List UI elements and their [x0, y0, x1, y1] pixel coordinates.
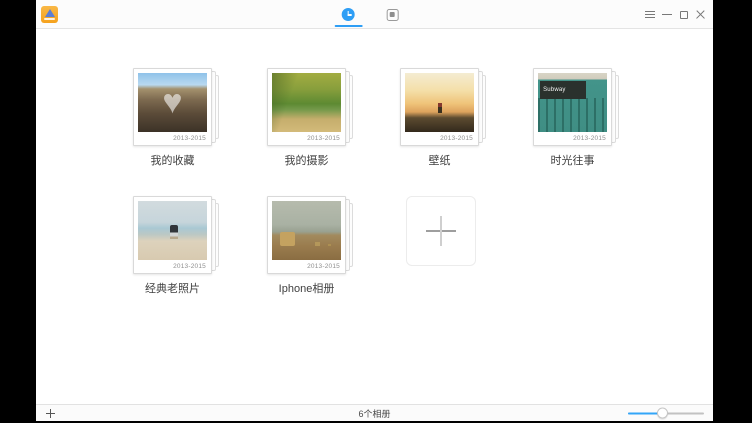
- titlebar: [36, 0, 713, 29]
- album-item-my-photography[interactable]: 2013-2015 我的摄影: [267, 68, 346, 168]
- couple-silhouette: [170, 225, 178, 239]
- app-logo-icon: [41, 6, 58, 23]
- album-date-range: 2013-2015: [405, 132, 474, 145]
- heart-icon: ♥: [138, 73, 207, 132]
- album-icon: [386, 9, 398, 21]
- album-cover: 2013-2015: [400, 68, 479, 146]
- slider-handle[interactable]: [657, 408, 668, 419]
- album-cover-photo: [272, 201, 341, 260]
- thumbnail-size-slider[interactable]: [628, 408, 704, 419]
- album-date-range: 2013-2015: [272, 260, 341, 273]
- hay-bale: [280, 232, 295, 246]
- album-date-range: 2013-2015: [138, 132, 207, 145]
- album-cover: 2013-2015: [267, 196, 346, 274]
- clock-icon: [342, 8, 355, 21]
- tab-album-view[interactable]: [378, 0, 406, 29]
- mountain-glyph: [45, 9, 55, 17]
- album-name: 壁纸: [400, 152, 479, 168]
- fence-bars: [538, 98, 607, 132]
- album-name: Iphone相册: [267, 280, 346, 296]
- album-item-iphone[interactable]: 2013-2015 Iphone相册: [267, 196, 346, 296]
- album-item-old-times[interactable]: Subway 2013-2015 时光往事: [533, 68, 612, 168]
- statusbar: 6个相册: [36, 404, 713, 421]
- album-cover: 2013-2015: [267, 68, 346, 146]
- album-cover-photo: [405, 73, 474, 132]
- album-name: 时光往事: [533, 152, 612, 168]
- album-item-classic-old-photos[interactable]: 2013-2015 经典老照片: [133, 196, 212, 296]
- album-name: 我的摄影: [267, 152, 346, 168]
- person-silhouette: [438, 103, 442, 113]
- add-album-button[interactable]: [41, 405, 59, 421]
- tab-timeline-view[interactable]: [334, 0, 362, 29]
- maximize-button[interactable]: [675, 0, 692, 29]
- album-cover: 2013-2015: [133, 196, 212, 274]
- maximize-icon: [680, 11, 688, 19]
- active-tab-underline: [334, 25, 362, 27]
- album-name: 我的收藏: [133, 152, 212, 168]
- album-date-range: 2013-2015: [272, 132, 341, 145]
- album-cover-photo: Subway: [538, 73, 607, 132]
- close-icon: [696, 10, 705, 19]
- album-date-range: 2013-2015: [538, 132, 607, 145]
- album-cover: Subway 2013-2015: [533, 68, 612, 146]
- minimize-icon: [662, 14, 672, 15]
- album-count-label: 6个相册: [358, 407, 390, 420]
- ground-glyph: [44, 18, 55, 20]
- plus-icon: [46, 409, 55, 418]
- minimize-button[interactable]: [658, 0, 675, 29]
- add-album-tile[interactable]: [406, 196, 476, 266]
- subway-sign: Subway: [540, 81, 586, 99]
- album-cover-photo: [272, 73, 341, 132]
- window-controls: [641, 0, 709, 29]
- view-tabbar: [334, 0, 406, 29]
- album-cover-photo: ♥: [138, 73, 207, 132]
- album-cover: ♥ 2013-2015: [133, 68, 212, 146]
- app-window: ♥ 2013-2015 我的收藏 2013-2015 我的摄影: [36, 0, 713, 421]
- menu-button[interactable]: [641, 0, 658, 29]
- album-item-wallpaper[interactable]: 2013-2015 壁纸: [400, 68, 479, 168]
- close-button[interactable]: [692, 0, 709, 29]
- album-cover-photo: [138, 201, 207, 260]
- album-grid: ♥ 2013-2015 我的收藏 2013-2015 我的摄影: [36, 29, 713, 404]
- plus-icon: [426, 216, 456, 246]
- album-date-range: 2013-2015: [138, 260, 207, 273]
- hamburger-icon: [645, 11, 655, 18]
- album-item-favorites[interactable]: ♥ 2013-2015 我的收藏: [133, 68, 212, 168]
- album-name: 经典老照片: [133, 280, 212, 296]
